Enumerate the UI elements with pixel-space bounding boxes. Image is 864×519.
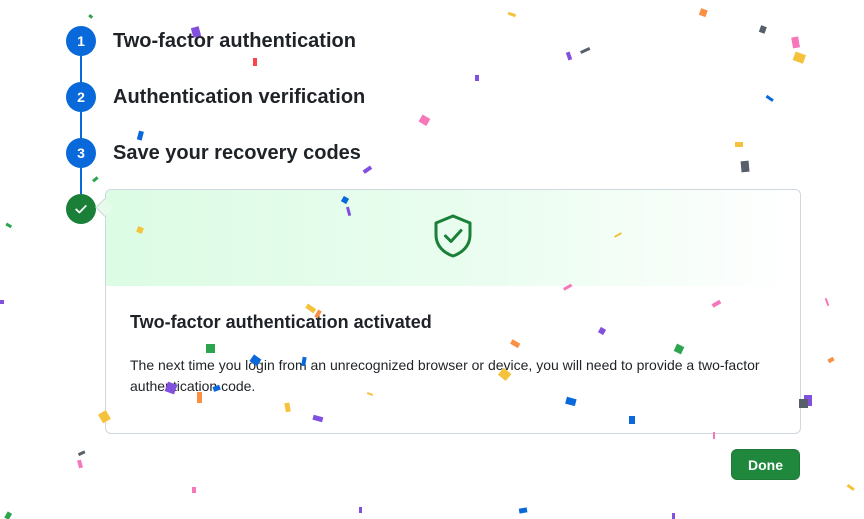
- shield-check-icon: [432, 213, 474, 264]
- success-message: The next time you login from an unrecogn…: [130, 357, 760, 394]
- done-button[interactable]: Done: [731, 449, 800, 480]
- success-heading: Two-factor authentication activated: [130, 312, 432, 332]
- step-1-title: Two-factor authentication: [113, 29, 356, 52]
- step-3-number: 3: [66, 138, 96, 168]
- step-1-number: 1: [66, 26, 96, 56]
- step-3: 3 Save your recovery codes: [66, 138, 361, 168]
- check-icon: [66, 194, 96, 224]
- step-3-title: Save your recovery codes: [113, 141, 361, 164]
- stepper-line: [80, 54, 82, 194]
- two-factor-setup-page: 1 Two-factor authentication 2 Authentica…: [0, 0, 864, 519]
- step-2: 2 Authentication verification: [66, 82, 365, 112]
- step-2-title: Authentication verification: [113, 85, 366, 108]
- success-card: Two-factor authentication activated The …: [105, 189, 801, 434]
- step-complete: [66, 194, 96, 224]
- step-1: 1 Two-factor authentication: [66, 26, 356, 56]
- step-2-number: 2: [66, 82, 96, 112]
- success-banner: [106, 190, 800, 286]
